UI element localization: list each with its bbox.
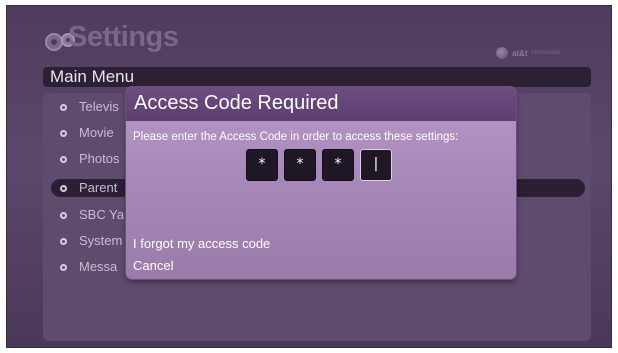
- brand-logo: at&t Homezone: [496, 45, 561, 61]
- code-digit-1[interactable]: *: [246, 149, 278, 181]
- menu-item-messages[interactable]: Messa: [60, 257, 117, 277]
- globe-icon: [496, 47, 508, 59]
- bullet-icon: [60, 103, 67, 111]
- menu-item-photos[interactable]: Photos: [60, 149, 119, 169]
- bullet-icon: [60, 129, 67, 137]
- access-code-dialog: Access Code Required Please enter the Ac…: [126, 87, 516, 279]
- dialog-title: Access Code Required: [134, 92, 339, 114]
- menu-item-label: System: [79, 233, 123, 248]
- menu-item-system[interactable]: System: [60, 231, 122, 251]
- main-menu-title: Main Menu: [50, 67, 135, 86]
- menu-item-label: Messa: [79, 259, 118, 274]
- menu-item-label: Photos: [79, 151, 120, 166]
- code-digit-3[interactable]: *: [322, 149, 354, 181]
- menu-item-label: Parent: [79, 180, 118, 195]
- menu-item-label: Movie: [79, 125, 114, 140]
- menu-item-label: SBC Ya: [79, 207, 125, 222]
- menu-item-label: Televis: [79, 99, 119, 114]
- dialog-message: Please enter the Access Code in order to…: [133, 131, 459, 143]
- menu-item-movies[interactable]: Movie: [60, 123, 114, 143]
- cancel-button[interactable]: Cancel: [133, 258, 173, 273]
- bullet-icon: [60, 211, 67, 219]
- brand-sub: Homezone: [531, 50, 561, 56]
- menu-item-television[interactable]: Televis: [60, 97, 119, 117]
- bullet-icon: [60, 237, 67, 245]
- page-title: Settings: [68, 21, 179, 53]
- forgot-code-link[interactable]: I forgot my access code: [133, 236, 270, 251]
- menu-item-parental[interactable]: Parent: [60, 178, 117, 198]
- bullet-icon: [60, 184, 67, 192]
- tv-screen: Settings at&t Homezone Main Menu Televis…: [6, 5, 612, 348]
- code-digit-2[interactable]: *: [284, 149, 316, 181]
- brand-name: at&t: [512, 48, 528, 58]
- menu-item-sbc-yahoo[interactable]: SBC Ya: [60, 205, 124, 225]
- bullet-icon: [60, 155, 67, 163]
- code-digit-4[interactable]: |: [360, 149, 392, 181]
- bullet-icon: [60, 263, 67, 271]
